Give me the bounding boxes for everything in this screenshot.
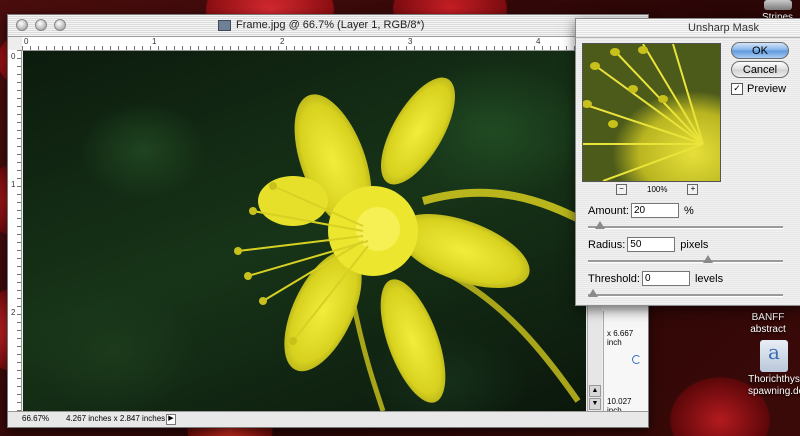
- progress-spinner-icon: [632, 355, 641, 364]
- ruler-vertical[interactable]: 0 1 2: [8, 50, 22, 411]
- amount-slider-thumb[interactable]: [595, 221, 606, 229]
- document-titlebar[interactable]: Frame.jpg @ 66.7% (Layer 1, RGB/8*): [8, 15, 648, 37]
- dialog-titlebar[interactable]: Unsharp Mask: [576, 19, 800, 38]
- threshold-label: Threshold:: [588, 272, 640, 285]
- filter-preview[interactable]: [582, 43, 721, 182]
- amount-input[interactable]: [630, 203, 679, 218]
- ruler-label: 0: [11, 52, 16, 61]
- cancel-button[interactable]: Cancel: [731, 61, 789, 78]
- radius-slider-thumb[interactable]: [702, 255, 713, 263]
- info-palette-fragment: x 6.667 inch 10.027 inch: [603, 311, 648, 415]
- scroll-down-arrow[interactable]: ▼: [589, 398, 601, 410]
- radius-row: Radius: pixels: [588, 237, 708, 252]
- dialog-title: Unsharp Mask: [688, 22, 759, 34]
- radius-unit: pixels: [680, 238, 709, 251]
- word-document-icon: a: [760, 340, 788, 372]
- zoom-out-button[interactable]: −: [616, 184, 627, 195]
- preview-checkbox[interactable]: ✓: [731, 83, 743, 95]
- ruler-label: 4: [536, 37, 541, 46]
- zoom-button[interactable]: [54, 19, 66, 31]
- status-menu-arrow-icon[interactable]: ▶: [166, 414, 176, 425]
- image-canvas[interactable]: [23, 51, 586, 411]
- ruler-label: 0: [24, 37, 29, 46]
- threshold-slider[interactable]: [588, 289, 783, 297]
- document-window: Frame.jpg @ 66.7% (Layer 1, RGB/8*) 0 1 …: [7, 14, 649, 428]
- document-dimensions: 4.267 inches x 2.847 inches: [66, 414, 166, 423]
- unsharp-mask-dialog: Unsharp Mask − 100% + OK Cancel ✓ Previe…: [575, 18, 800, 306]
- document-title: Frame.jpg @ 66.7% (Layer 1, RGB/8*): [236, 19, 425, 31]
- scroll-up-arrow[interactable]: ▲: [589, 385, 601, 397]
- ruler-label: 3: [408, 37, 413, 46]
- threshold-unit: levels: [694, 272, 724, 285]
- zoom-in-button[interactable]: +: [687, 184, 699, 195]
- radius-label: Radius:: [588, 238, 626, 251]
- minimize-button[interactable]: [35, 19, 47, 31]
- ruler-label: 2: [11, 308, 16, 317]
- desktop-icon-thorichthys[interactable]: a Thorichthys spawning.do: [748, 340, 800, 398]
- document-proxy-icon[interactable]: [218, 19, 231, 31]
- threshold-row: Threshold: levels: [588, 271, 723, 286]
- amount-unit: %: [683, 204, 694, 217]
- preview-image: [583, 44, 704, 181]
- preview-zoom-controls: − 100% +: [616, 184, 699, 195]
- preview-checkbox-row[interactable]: ✓ Preview: [731, 83, 786, 95]
- threshold-slider-thumb[interactable]: [588, 289, 598, 297]
- desktop-icon-label: BANFF abstract: [750, 312, 786, 335]
- ruler-label: 2: [280, 37, 285, 46]
- close-button[interactable]: [16, 19, 28, 31]
- info-width: x 6.667 inch: [607, 329, 634, 347]
- amount-row: Amount: %: [588, 203, 694, 218]
- ruler-label: 1: [11, 180, 16, 189]
- ruler-label: 1: [152, 37, 157, 46]
- preview-checkbox-label: Preview: [747, 83, 787, 95]
- amount-slider[interactable]: [588, 221, 783, 229]
- radius-slider[interactable]: [588, 255, 783, 263]
- ruler-horizontal[interactable]: 0 1 2 3 4: [22, 37, 648, 51]
- ok-button[interactable]: OK: [731, 42, 789, 59]
- status-bar: 66.67% 4.267 inches x 2.847 inches ▶: [8, 411, 648, 427]
- zoom-level[interactable]: 66.67%: [22, 414, 49, 423]
- disk-icon: [763, 0, 792, 10]
- preview-zoom-level: 100%: [647, 185, 668, 194]
- amount-label: Amount:: [588, 204, 629, 217]
- radius-input[interactable]: [627, 237, 676, 252]
- threshold-input[interactable]: [641, 271, 690, 286]
- window-controls: [16, 19, 66, 31]
- desktop-icon-label: Thorichthys spawning.do: [748, 374, 800, 397]
- flower-photo: [234, 77, 585, 411]
